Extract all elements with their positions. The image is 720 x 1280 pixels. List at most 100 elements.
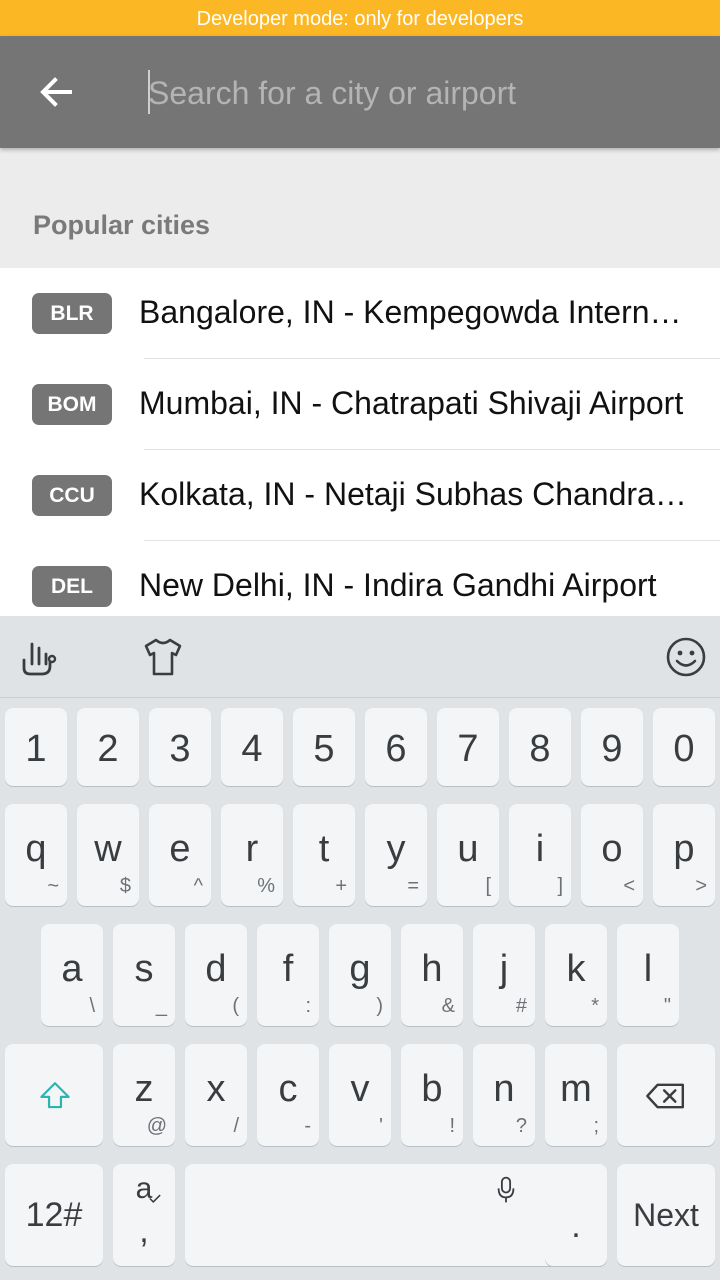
key-label: d <box>205 948 227 990</box>
key-label: 0 <box>673 728 695 770</box>
key-f[interactable]: f: <box>257 924 319 1026</box>
city-name: Bangalore, IN - Kempegowda International… <box>139 294 689 330</box>
gesture-typing-icon[interactable] <box>14 634 60 680</box>
key-label: q <box>25 828 47 870</box>
key-v[interactable]: v ' <box>329 1044 391 1146</box>
city-row-del[interactable]: DEL New Delhi, IN - Indira Gandhi Airpor… <box>0 541 720 616</box>
key-secondary-label: - <box>304 1115 311 1137</box>
airport-code-badge: CCU <box>32 475 112 516</box>
key-1[interactable]: 1 <box>5 708 67 786</box>
city-row-bom[interactable]: BOM Mumbai, IN - Chatrapati Shivaji Airp… <box>0 359 720 450</box>
key-e[interactable]: e ^ <box>149 804 211 906</box>
key-j[interactable]: j # <box>473 924 535 1026</box>
key-i[interactable]: i] <box>509 804 571 906</box>
key-label: t <box>318 828 330 870</box>
key-x[interactable]: x / <box>185 1044 247 1146</box>
key-q[interactable]: q ~ <box>5 804 67 906</box>
key-label: r <box>245 828 259 870</box>
soft-keyboard: 1234567890 q ~ w $ e ^ r% t + y = u[i] o < p > a \ s _ d(f:… <box>0 616 720 1280</box>
key-label: b <box>421 1068 443 1110</box>
key-label: x <box>206 1068 226 1110</box>
key-label: z <box>134 1068 154 1110</box>
key-label: 2 <box>97 728 119 770</box>
comma-label: , <box>139 1212 149 1250</box>
backspace-key[interactable] <box>617 1044 715 1146</box>
key-g[interactable]: g) <box>329 924 391 1026</box>
key-secondary-label: ' <box>379 1115 383 1137</box>
key-label: f <box>282 948 294 990</box>
key-label: a <box>61 948 83 990</box>
key-label: i <box>535 828 545 870</box>
key-b[interactable]: b! <box>401 1044 463 1146</box>
key-secondary-label: @ <box>146 1115 167 1137</box>
key-secondary-label: < <box>623 875 635 897</box>
key-label: l <box>643 948 653 990</box>
key-m[interactable]: m; <box>545 1044 607 1146</box>
search-field-container[interactable] <box>146 66 706 120</box>
key-s[interactable]: s _ <box>113 924 175 1026</box>
key-u[interactable]: u[ <box>437 804 499 906</box>
key-secondary-label: ? <box>515 1115 527 1137</box>
key-label: g <box>349 948 371 990</box>
next-key-label: Next <box>633 1196 699 1233</box>
shift-arrow-icon <box>40 1082 70 1109</box>
key-n[interactable]: n? <box>473 1044 535 1146</box>
key-y[interactable]: y = <box>365 804 427 906</box>
key-secondary-label: ( <box>232 995 239 1017</box>
search-app-bar <box>0 36 720 148</box>
key-r[interactable]: r% <box>221 804 283 906</box>
city-row-blr[interactable]: BLR Bangalore, IN - Kempegowda Internati… <box>0 268 720 359</box>
key-w[interactable]: w $ <box>77 804 139 906</box>
key-3[interactable]: 3 <box>149 708 211 786</box>
city-name: New Delhi, IN - Indira Gandhi Airport <box>139 567 657 603</box>
key-label: h <box>421 948 443 990</box>
key-z[interactable]: z @ <box>113 1044 175 1146</box>
key-label: 3 <box>169 728 191 770</box>
airport-code-badge: BLR <box>32 293 112 334</box>
key-o[interactable]: o < <box>581 804 643 906</box>
language-comma-key[interactable]: a , <box>113 1164 175 1266</box>
key-label: 8 <box>529 728 551 770</box>
key-h[interactable]: h & <box>401 924 463 1026</box>
back-button[interactable] <box>28 64 84 120</box>
city-row-ccu[interactable]: CCU Kolkata, IN - Netaji Subhas Chandra … <box>0 450 720 541</box>
space-key[interactable] <box>185 1164 607 1266</box>
key-label: e <box>169 828 191 870</box>
key-7[interactable]: 7 <box>437 708 499 786</box>
key-4[interactable]: 4 <box>221 708 283 786</box>
key-secondary-label: ) <box>376 995 383 1017</box>
key-secondary-label: [ <box>485 875 491 897</box>
search-input[interactable] <box>146 66 706 120</box>
key-8[interactable]: 8 <box>509 708 571 786</box>
theme-shirt-icon[interactable] <box>140 634 186 680</box>
key-k[interactable]: k * <box>545 924 607 1026</box>
key-5[interactable]: 5 <box>293 708 355 786</box>
key-6[interactable]: 6 <box>365 708 427 786</box>
key-label: s <box>134 948 154 990</box>
key-9[interactable]: 9 <box>581 708 643 786</box>
key-secondary-label: ~ <box>47 875 59 897</box>
key-d[interactable]: d( <box>185 924 247 1026</box>
key-label: p <box>673 828 695 870</box>
symbols-key[interactable]: 12# <box>5 1164 103 1266</box>
key-l[interactable]: l " <box>617 924 679 1026</box>
key-secondary-label: & <box>441 995 455 1017</box>
key-c[interactable]: c- <box>257 1044 319 1146</box>
period-key[interactable]: . <box>545 1164 607 1266</box>
shift-key[interactable] <box>5 1044 103 1146</box>
section-title: Popular cities <box>33 210 211 240</box>
key-0[interactable]: 0 <box>653 708 715 786</box>
emoji-icon[interactable] <box>663 634 709 680</box>
key-label: c <box>278 1068 298 1110</box>
key-2[interactable]: 2 <box>77 708 139 786</box>
next-key[interactable]: Next <box>617 1164 715 1266</box>
key-label: k <box>566 948 586 990</box>
popular-cities-list: BLR Bangalore, IN - Kempegowda Internati… <box>0 268 720 616</box>
key-label: j <box>499 948 509 990</box>
key-secondary-label: + <box>335 875 347 897</box>
backspace-icon <box>646 1083 685 1109</box>
lang-key-top: a <box>135 1172 153 1205</box>
key-a[interactable]: a \ <box>41 924 103 1026</box>
key-t[interactable]: t + <box>293 804 355 906</box>
key-p[interactable]: p > <box>653 804 715 906</box>
